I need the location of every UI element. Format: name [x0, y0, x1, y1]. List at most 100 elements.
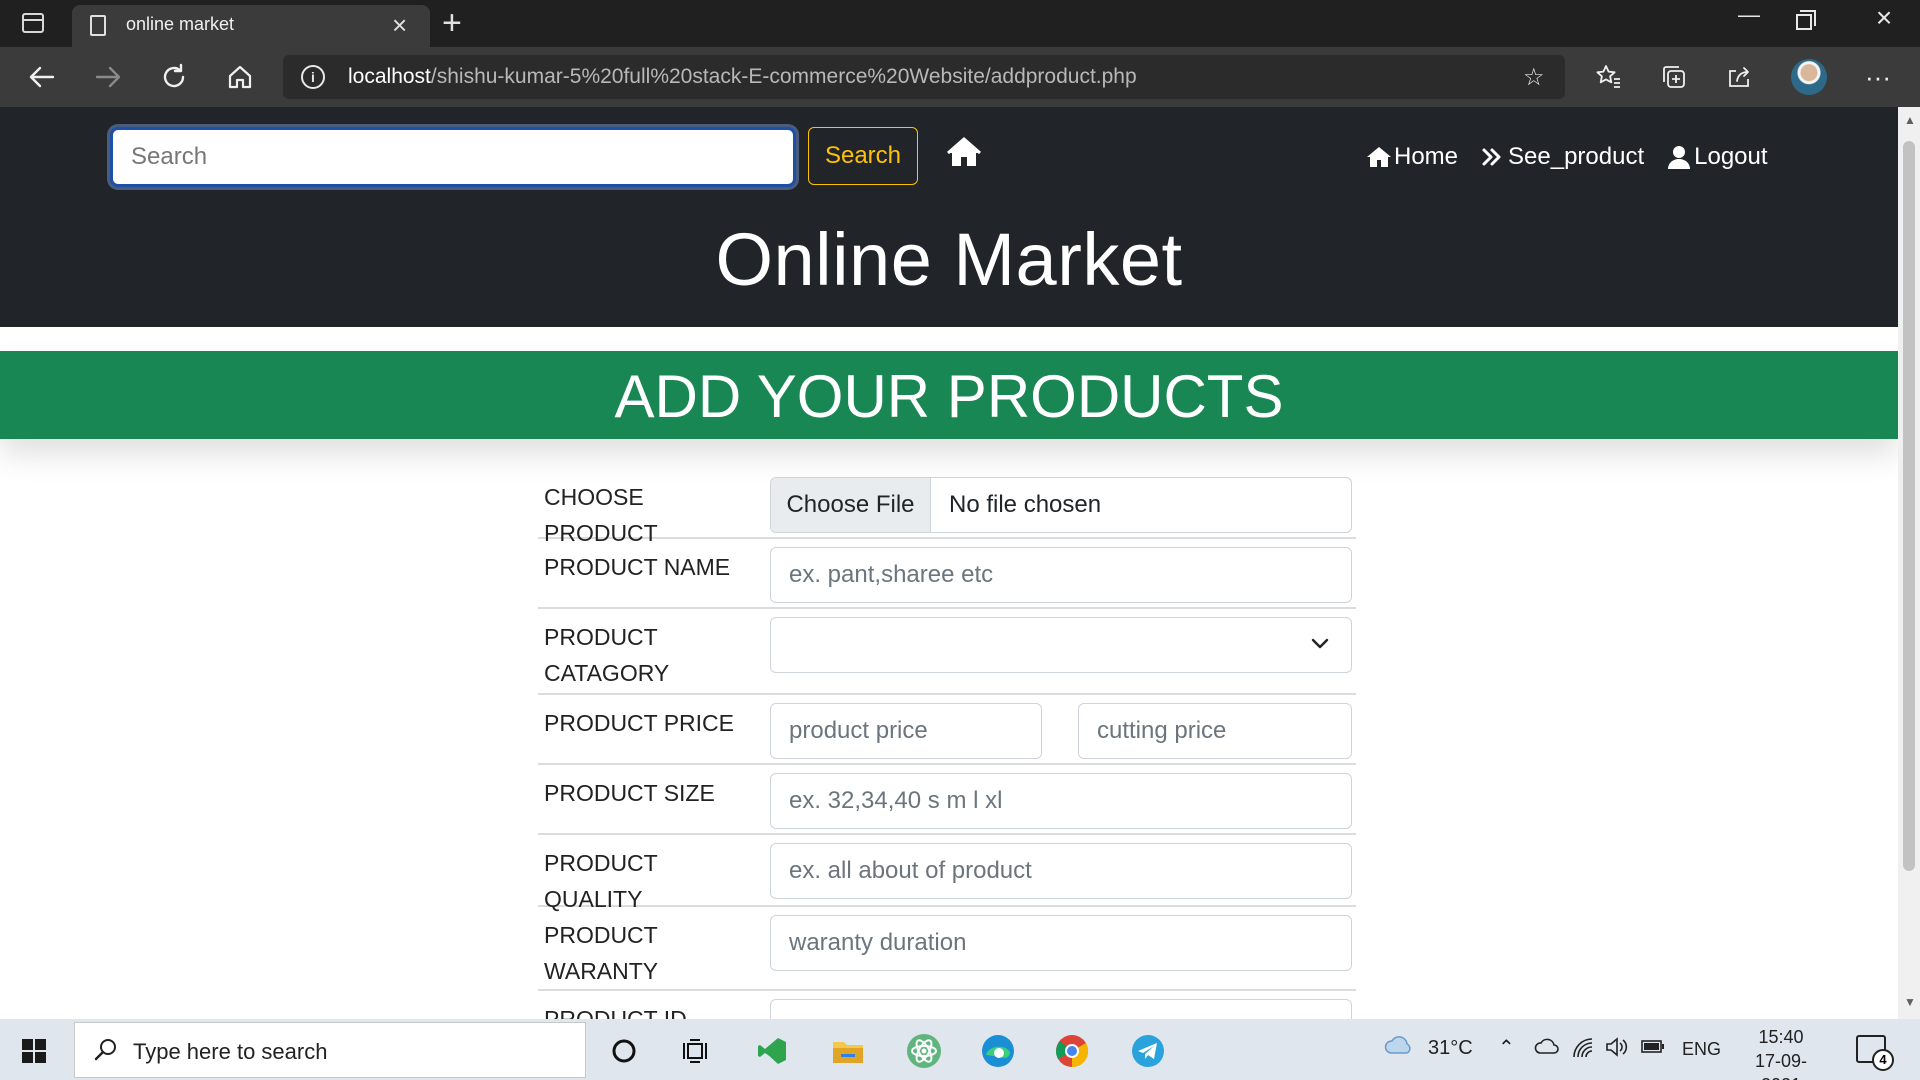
- close-window-icon[interactable]: ×: [1864, 2, 1904, 34]
- product-image-file-input[interactable]: Choose File No file chosen: [770, 477, 1352, 533]
- telegram-icon[interactable]: [1128, 1031, 1168, 1071]
- form-row-product-id: PRODUCT ID: [538, 991, 1356, 1019]
- form-row-choose-product: CHOOSE PRODUCT Choose File No file chose…: [538, 469, 1356, 546]
- product-category-select[interactable]: [770, 617, 1352, 673]
- browser-tab-bar: online market × + — ×: [0, 0, 1920, 47]
- product-category-label: PRODUCT CATAGORY: [544, 624, 670, 686]
- taskbar-clock[interactable]: 15:40 17-09-2021: [1736, 1025, 1826, 1080]
- product-size-label: PRODUCT SIZE: [544, 780, 715, 806]
- collections-icon[interactable]: [1654, 57, 1694, 102]
- weather-cloud-icon[interactable]: [1382, 1033, 1414, 1065]
- user-icon: [1666, 144, 1692, 170]
- home-icon: [1366, 144, 1392, 170]
- browser-tab[interactable]: online market ×: [72, 5, 430, 47]
- search-icon: [93, 1037, 119, 1063]
- form-row-product-size: PRODUCT SIZE: [538, 765, 1356, 835]
- back-arrow-icon[interactable]: [22, 57, 62, 97]
- add-product-form: CHOOSE PRODUCT Choose File No file chose…: [538, 469, 1356, 1019]
- brand-title: Online Market: [715, 218, 1183, 301]
- product-quality-input[interactable]: [770, 843, 1352, 899]
- favorites-icon[interactable]: [1588, 57, 1628, 102]
- product-warranty-label: PRODUCT WARANTY: [544, 922, 659, 984]
- wifi-icon[interactable]: [1572, 1037, 1594, 1065]
- home-icon[interactable]: [220, 57, 260, 97]
- notification-count-badge: 4: [1872, 1049, 1894, 1071]
- scroll-up-arrow-icon[interactable]: ▲: [1904, 113, 1916, 127]
- clock-date: 17-09-2021: [1754, 1051, 1808, 1080]
- edge-browser-icon[interactable]: [978, 1031, 1018, 1071]
- chevron-up-icon[interactable]: ⌃: [1498, 1035, 1515, 1060]
- forward-arrow-icon[interactable]: [88, 57, 128, 97]
- product-name-input[interactable]: [770, 547, 1352, 603]
- volume-icon[interactable]: [1604, 1035, 1628, 1065]
- nav-link-home-label: Home: [1394, 143, 1459, 170]
- windows-taskbar: Type here to search 31°C ⌃ ENG 15:40 17-…: [0, 1019, 1920, 1080]
- onedrive-cloud-icon[interactable]: [1534, 1037, 1560, 1061]
- product-id-input[interactable]: [770, 999, 1352, 1019]
- scrollbar-thumb[interactable]: [1903, 141, 1915, 871]
- add-favorite-icon[interactable]: ☆: [1523, 63, 1545, 92]
- product-price-label: PRODUCT PRICE: [544, 710, 734, 736]
- windows-start-icon[interactable]: [22, 1039, 46, 1063]
- new-tab-plus-icon[interactable]: +: [442, 5, 462, 41]
- taskbar-search-placeholder: Type here to search: [133, 1039, 328, 1064]
- file-status-text: No file chosen: [949, 491, 1102, 518]
- tab-title: online market: [126, 14, 235, 34]
- choose-file-button[interactable]: Choose File: [771, 478, 931, 532]
- chrome-icon[interactable]: [1052, 1031, 1092, 1071]
- product-id-label: PRODUCT ID: [544, 1006, 687, 1019]
- url-text[interactable]: localhost/shishu-kumar-5%20full%20stack-…: [348, 65, 1137, 89]
- nav-link-logout-label: Logout: [1694, 143, 1768, 170]
- file-explorer-icon[interactable]: [828, 1031, 868, 1071]
- form-row-product-warranty: PRODUCT WARANTY: [538, 907, 1356, 991]
- site-navbar: Search Home See_product Logout: [0, 107, 1898, 327]
- home-icon[interactable]: [946, 135, 982, 171]
- form-row-product-category: PRODUCT CATAGORY: [538, 609, 1356, 695]
- taskbar-search-box[interactable]: Type here to search: [74, 1022, 586, 1078]
- form-row-product-price: PRODUCT PRICE: [538, 695, 1356, 765]
- minimize-icon[interactable]: —: [1729, 2, 1769, 28]
- double-chevron-right-icon: [1480, 144, 1506, 170]
- nav-link-logout[interactable]: Logout: [1666, 137, 1768, 177]
- visual-studio-icon[interactable]: [752, 1031, 792, 1071]
- chevron-down-icon: [1309, 632, 1331, 654]
- share-icon[interactable]: [1720, 57, 1760, 102]
- nav-link-see-product-label: See_product: [1508, 143, 1645, 170]
- atom-editor-icon[interactable]: [904, 1031, 944, 1071]
- reload-icon[interactable]: [154, 57, 194, 97]
- add-products-banner: ADD YOUR PRODUCTS: [0, 351, 1898, 439]
- notification-center-icon[interactable]: 4: [1856, 1035, 1894, 1071]
- cortana-icon[interactable]: [604, 1031, 644, 1071]
- form-row-product-quality: PRODUCT QUALITY: [538, 835, 1356, 912]
- scroll-down-arrow-icon[interactable]: ▼: [1904, 995, 1916, 1009]
- cutting-price-input[interactable]: [1078, 703, 1352, 759]
- url-host: localhost: [348, 65, 431, 88]
- product-name-label: PRODUCT NAME: [544, 554, 731, 580]
- nav-link-see-product[interactable]: See_product: [1480, 137, 1644, 177]
- search-button[interactable]: Search: [808, 127, 918, 185]
- address-bar[interactable]: i localhost/shishu-kumar-5%20full%20stac…: [283, 55, 1565, 99]
- site-info-icon[interactable]: i: [301, 65, 325, 89]
- input-language[interactable]: ENG: [1682, 1039, 1721, 1060]
- page-viewport: Search Home See_product Logout: [0, 107, 1898, 1019]
- page-icon: [90, 15, 106, 36]
- tab-close-icon[interactable]: ×: [392, 10, 407, 40]
- more-options-icon[interactable]: ···: [1858, 57, 1898, 97]
- form-row-product-name: PRODUCT NAME: [538, 539, 1356, 609]
- battery-icon[interactable]: [1640, 1037, 1666, 1061]
- site-search-input[interactable]: [110, 127, 796, 187]
- page-scrollbar[interactable]: ▲ ▼: [1898, 107, 1920, 1019]
- clock-time: 15:40: [1758, 1027, 1804, 1047]
- nav-link-home[interactable]: Home: [1366, 137, 1458, 177]
- url-path: /shishu-kumar-5%20full%20stack-E-commerc…: [430, 65, 1137, 88]
- tab-actions-icon[interactable]: [22, 13, 44, 33]
- task-view-icon[interactable]: [676, 1031, 716, 1071]
- profile-avatar[interactable]: [1791, 59, 1827, 95]
- product-price-input[interactable]: [770, 703, 1042, 759]
- weather-temperature[interactable]: 31°C: [1428, 1037, 1473, 1060]
- product-warranty-input[interactable]: [770, 915, 1352, 971]
- restore-window-icon[interactable]: [1796, 10, 1816, 30]
- browser-toolbar: i localhost/shishu-kumar-5%20full%20stac…: [0, 47, 1920, 107]
- nav-links: Home See_product Logout: [1366, 137, 1768, 177]
- product-size-input[interactable]: [770, 773, 1352, 829]
